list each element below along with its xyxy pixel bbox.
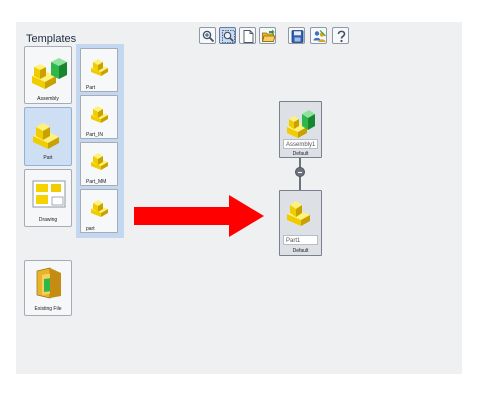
part-template-item[interactable]: Part_MM (80, 142, 118, 186)
node-name-field[interactable]: Part1 (283, 235, 318, 245)
template-label: part (86, 226, 95, 232)
part-icon (33, 123, 59, 149)
zoom-fit-button[interactable] (219, 27, 236, 44)
node-name-field[interactable]: Assembly1 (283, 139, 318, 149)
part-template-item[interactable]: Part (80, 48, 118, 92)
node-config-label: Default (292, 151, 309, 157)
tree-node-assembly[interactable]: Assembly1 Default (279, 101, 322, 158)
part-icon (91, 200, 108, 217)
template-label: Part_IN (86, 132, 103, 138)
node-config-label: Default (292, 248, 309, 254)
users-icon (313, 30, 326, 42)
template-label: Part (86, 85, 96, 91)
part-icon (91, 153, 108, 170)
template-label: Part_MM (86, 179, 107, 185)
arrow-right-icon (134, 195, 264, 237)
part-template-item[interactable]: part (80, 189, 118, 233)
zoom-fit-icon (222, 30, 235, 43)
new-document-icon (243, 30, 254, 43)
zoom-in-button[interactable] (199, 27, 216, 44)
part-icon (91, 106, 108, 123)
template-category-drawing[interactable]: Drawing (24, 169, 72, 227)
part-icon (91, 59, 108, 76)
save-icon (291, 30, 304, 43)
template-category-part[interactable]: Part (24, 107, 72, 166)
folder-icon (36, 267, 61, 299)
open-folder-button[interactable] (259, 27, 276, 44)
templates-heading: Templates (26, 33, 77, 45)
part-icon (287, 201, 310, 226)
collapse-icon[interactable] (295, 167, 305, 177)
help-icon (337, 30, 346, 43)
category-label: Existing File (34, 306, 62, 312)
category-label: Assembly (37, 96, 59, 102)
template-category-assembly[interactable]: Assembly (24, 46, 72, 104)
drawing-icon (32, 180, 66, 208)
help-button[interactable] (332, 27, 349, 44)
template-category-existing-file[interactable]: Existing File (24, 260, 72, 316)
category-label: Part (43, 155, 53, 161)
assembly-icon (287, 110, 315, 138)
category-label: Drawing (38, 217, 58, 223)
tree-node-part[interactable]: Part1 Default (279, 190, 322, 256)
assembly-icon (32, 58, 67, 89)
zoom-in-icon (202, 30, 215, 43)
open-folder-icon (261, 29, 276, 42)
part-template-item[interactable]: Part_IN (80, 95, 118, 139)
new-document-button[interactable] (239, 27, 256, 44)
users-button[interactable] (310, 27, 327, 44)
save-button[interactable] (288, 27, 305, 44)
